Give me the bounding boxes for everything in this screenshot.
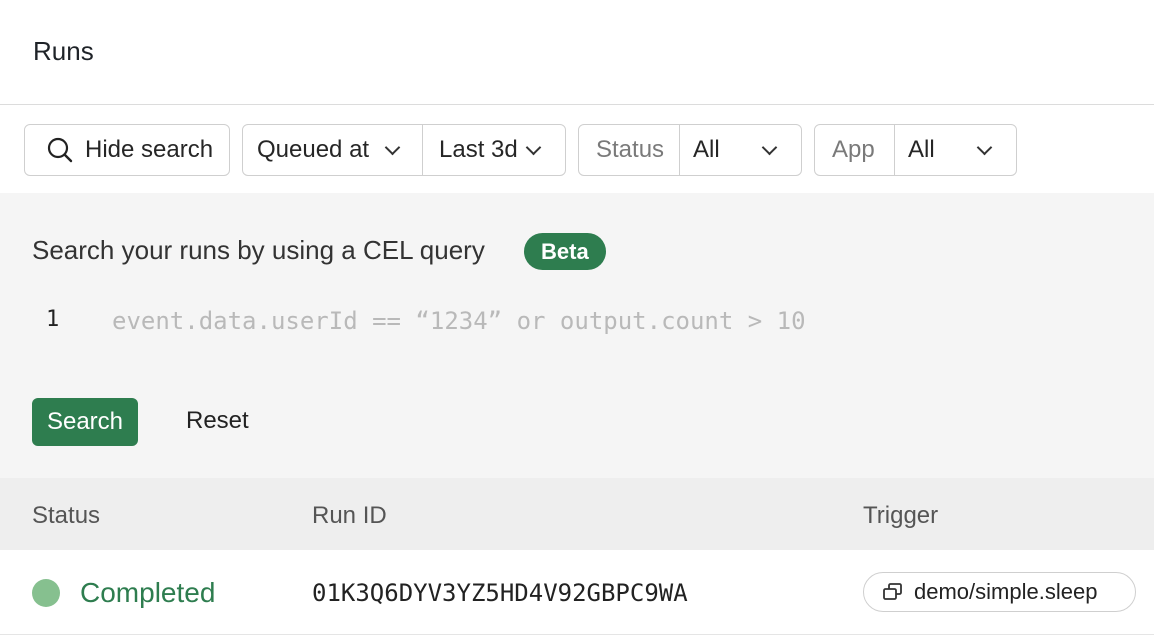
column-header-status: Status	[32, 502, 101, 529]
status-dot-icon	[32, 579, 60, 607]
page-header: Runs	[0, 0, 1154, 105]
hide-search-label: Hide search	[85, 136, 214, 163]
reset-button[interactable]: Reset	[186, 407, 249, 435]
trigger-pill[interactable]: demo/simple.sleep	[863, 572, 1136, 612]
cel-search-title: Search your runs by using a CEL query	[32, 235, 485, 265]
run-id: 01K3Q6DYV3YZ5HD4V92GBPC9WA	[312, 579, 688, 607]
app-dropdown[interactable]: All	[894, 125, 1016, 175]
beta-badge: Beta	[524, 233, 606, 270]
status-filter-value: All	[693, 136, 720, 163]
chevron-down-icon	[384, 139, 401, 155]
column-header-trigger: Trigger	[863, 502, 939, 529]
table-row[interactable]: Completed 01K3Q6DYV3YZ5HD4V92GBPC9WA dem…	[0, 550, 1154, 635]
time-field-dropdown[interactable]: Queued at	[243, 125, 422, 175]
search-button[interactable]: Search	[32, 398, 138, 446]
app-filter-value: All	[908, 136, 935, 163]
page-title: Runs	[33, 36, 94, 66]
chevron-down-icon	[525, 139, 542, 155]
status-filter-label-cell: Status	[579, 125, 679, 175]
hide-search-button[interactable]: Hide search	[24, 124, 230, 176]
time-field-label: Queued at	[257, 136, 370, 163]
time-range-label: Last 3d	[439, 136, 518, 163]
filter-bar: Hide search Queued at Last 3d Status All…	[0, 124, 1154, 176]
trigger-name: demo/simple.sleep	[914, 579, 1098, 604]
status-filter-label: Status	[596, 136, 665, 163]
app-filter: App All	[814, 124, 1017, 176]
status-filter: Status All	[578, 124, 802, 176]
editor-line-number: 1	[46, 307, 60, 332]
cel-search-panel: Search your runs by using a CEL query Be…	[0, 193, 1154, 478]
chevron-down-icon	[761, 139, 777, 155]
cel-query-input[interactable]: event.data.userId == “1234” or output.co…	[112, 307, 806, 335]
table-header: Status Run ID Trigger	[0, 478, 1154, 550]
column-header-run-id: Run ID	[312, 502, 387, 529]
app-filter-label-cell: App	[815, 125, 894, 175]
time-filter: Queued at Last 3d	[242, 124, 566, 176]
time-range-dropdown[interactable]: Last 3d	[422, 125, 565, 175]
chevron-down-icon	[976, 139, 992, 155]
status-dropdown[interactable]: All	[679, 125, 801, 175]
run-status: Completed	[80, 577, 216, 608]
app-filter-label: App	[832, 136, 875, 163]
event-icon	[882, 582, 914, 602]
search-icon	[47, 137, 73, 163]
